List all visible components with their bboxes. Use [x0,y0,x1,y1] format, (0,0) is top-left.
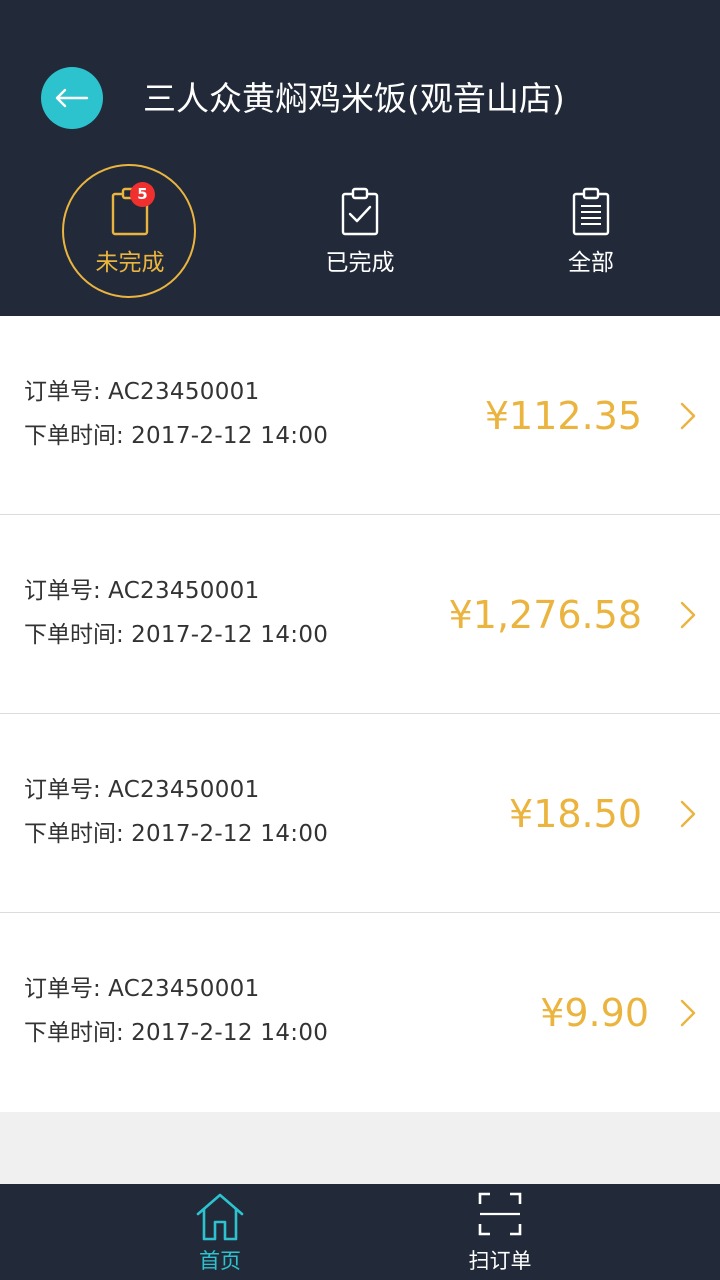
order-time-line: 下单时间: 2017-2-12 14:00 [24,817,328,851]
nav-home[interactable]: 首页 [150,1184,290,1280]
bottom-nav: 首页 扫订单 [0,1184,720,1280]
order-number: AC23450001 [108,777,260,803]
order-number-line: 订单号: AC23450001 [24,773,260,807]
clipboard-check-icon [341,187,379,236]
header: 三人众黄焖鸡米饭(观音山店) 5 未完成 已完成 全部 [0,0,720,316]
order-time-line: 下单时间: 2017-2-12 14:00 [24,618,328,652]
order-number-label: 订单号: [24,976,101,1002]
nav-scan-order[interactable]: 扫订单 [430,1184,570,1280]
order-number-line: 订单号: AC23450001 [24,574,260,608]
back-button[interactable] [41,67,103,129]
order-number-label: 订单号: [24,379,101,405]
order-number-line: 订单号: AC23450001 [24,375,260,409]
incomplete-count-badge: 5 [130,182,155,207]
order-number: AC23450001 [108,976,260,1002]
order-time-label: 下单时间: [24,821,124,847]
order-row[interactable]: 订单号: AC23450001 下单时间: 2017-2-12 14:00 ¥1… [0,515,720,714]
chevron-right-icon [680,999,696,1027]
order-amount: ¥1,276.58 [448,593,642,637]
chevron-right-icon [680,601,696,629]
nav-label: 扫订单 [468,1249,532,1273]
order-time-line: 下单时间: 2017-2-12 14:00 [24,1016,328,1050]
scan-icon [478,1192,522,1236]
tab-label: 未完成 [95,250,165,276]
nav-label: 首页 [199,1249,241,1273]
store-title: 三人众黄焖鸡米饭(观音山店) [143,79,565,118]
order-row[interactable]: 订单号: AC23450001 下单时间: 2017-2-12 14:00 ¥9… [0,913,720,1112]
order-time-line: 下单时间: 2017-2-12 14:00 [24,419,328,453]
order-amount: ¥9.90 [540,991,649,1035]
tab-label: 全部 [568,250,614,276]
order-number-label: 订单号: [24,777,101,803]
order-amount: ¥112.35 [484,394,642,438]
order-row[interactable]: 订单号: AC23450001 下单时间: 2017-2-12 14:00 ¥1… [0,714,720,913]
chevron-right-icon [680,800,696,828]
order-status-tabs: 5 未完成 已完成 全部 [0,160,720,300]
order-number-line: 订单号: AC23450001 [24,972,260,1006]
order-list: 订单号: AC23450001 下单时间: 2017-2-12 14:00 ¥1… [0,316,720,1112]
order-time: 2017-2-12 14:00 [131,622,329,648]
tab-incomplete[interactable]: 5 未完成 [50,160,210,300]
order-time: 2017-2-12 14:00 [131,1020,329,1046]
order-amount: ¥18.50 [509,792,642,836]
home-icon [196,1193,244,1241]
chevron-right-icon [680,402,696,430]
tab-label: 已完成 [325,250,395,276]
order-time-label: 下单时间: [24,423,124,449]
order-number-label: 订单号: [24,578,101,604]
order-number: AC23450001 [108,578,260,604]
order-row[interactable]: 订单号: AC23450001 下单时间: 2017-2-12 14:00 ¥1… [0,316,720,515]
order-time: 2017-2-12 14:00 [131,821,329,847]
app-root: 三人众黄焖鸡米饭(观音山店) 5 未完成 已完成 全部 订单号: AC23450… [0,0,720,1280]
order-number: AC23450001 [108,379,260,405]
order-time: 2017-2-12 14:00 [131,423,329,449]
arrow-left-icon [55,88,89,108]
clipboard-list-icon [572,187,610,236]
order-time-label: 下单时间: [24,622,124,648]
order-time-label: 下单时间: [24,1020,124,1046]
tab-completed[interactable]: 已完成 [280,160,440,300]
tab-all[interactable]: 全部 [511,160,671,300]
